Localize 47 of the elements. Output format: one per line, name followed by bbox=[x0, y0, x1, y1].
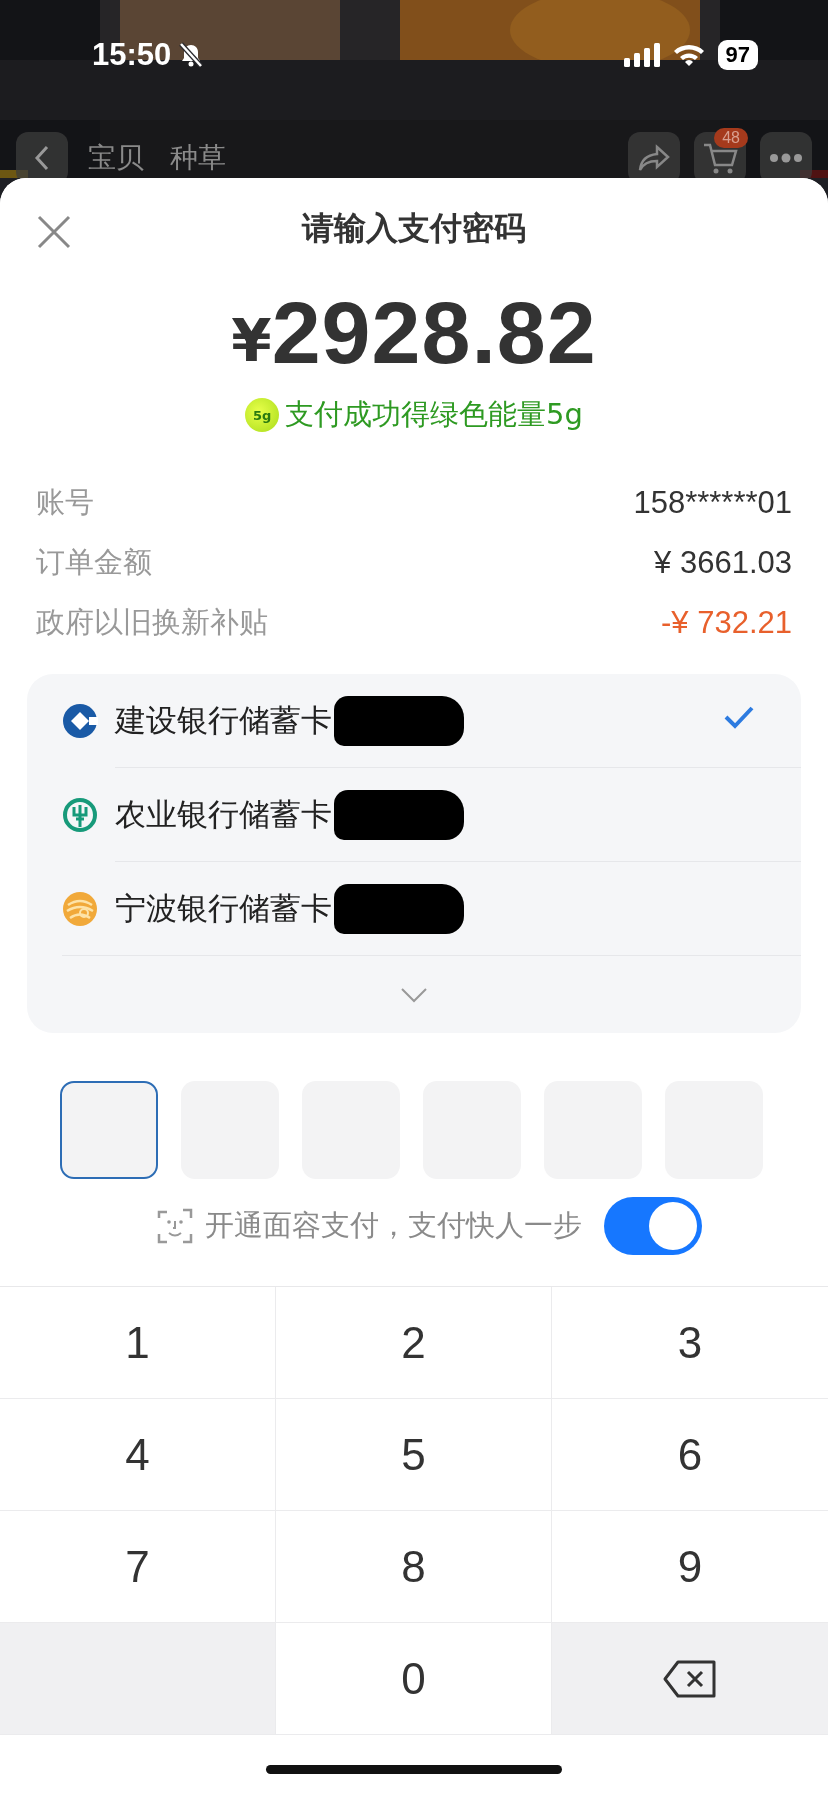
share-icon bbox=[637, 143, 671, 173]
back-button[interactable] bbox=[16, 132, 68, 178]
detail-value: -¥ 732.21 bbox=[661, 605, 792, 641]
bank-logo-icon bbox=[62, 702, 98, 739]
pin-digit-field[interactable] bbox=[60, 1081, 158, 1179]
battery-level: 97 bbox=[717, 40, 758, 70]
digit-key[interactable]: 5 bbox=[276, 1399, 552, 1511]
cart-count-badge: 48 bbox=[714, 128, 748, 148]
digit-key[interactable]: 4 bbox=[0, 1399, 276, 1511]
digit-key[interactable]: 2 bbox=[276, 1287, 552, 1399]
bank-card-option[interactable]: 宁波银行储蓄卡 bbox=[27, 862, 801, 955]
expand-chevron-icon[interactable] bbox=[400, 986, 428, 1003]
face-id-icon bbox=[156, 1208, 193, 1244]
clock-time: 15:50 bbox=[92, 37, 172, 73]
bank-logo-icon bbox=[62, 890, 98, 927]
backspace-icon bbox=[662, 1658, 718, 1699]
digit-key[interactable]: 8 bbox=[276, 1511, 552, 1623]
close-icon[interactable] bbox=[36, 214, 72, 250]
detail-label: 账号 bbox=[36, 484, 94, 521]
bank-card-name: 农业银行储蓄卡 bbox=[115, 794, 332, 834]
detail-value: 158******01 bbox=[633, 485, 792, 521]
more-button[interactable] bbox=[760, 132, 812, 178]
digit-key[interactable]: 7 bbox=[0, 1511, 276, 1623]
signal-icon bbox=[623, 43, 660, 67]
face-pay-text: 开通面容支付，支付快人一步 bbox=[204, 1207, 582, 1244]
detail-value: ¥ 3661.03 bbox=[654, 545, 792, 581]
bank-logo-icon bbox=[62, 796, 98, 833]
share-button[interactable] bbox=[628, 132, 680, 178]
face-pay-toggle[interactable] bbox=[603, 1197, 702, 1255]
nav-tab[interactable]: 宝贝 bbox=[82, 132, 150, 178]
nav-tab[interactable]: 种草 bbox=[164, 132, 232, 178]
bank-card-option[interactable]: 农业银行储蓄卡 bbox=[27, 768, 801, 861]
energy-badge: 5g bbox=[245, 398, 280, 432]
digit-key[interactable]: 1 bbox=[0, 1287, 276, 1399]
detail-label: 订单金额 bbox=[36, 544, 152, 581]
cart-icon bbox=[702, 141, 738, 175]
bank-card-option[interactable]: 建设银行储蓄卡 bbox=[27, 674, 801, 767]
detail-label: 政府以旧换新补贴 bbox=[36, 604, 268, 641]
sheet-title: 请输入支付密码 bbox=[302, 208, 526, 249]
digit-key[interactable]: 0 bbox=[276, 1623, 552, 1735]
bank-card-name: 建设银行储蓄卡 bbox=[115, 700, 332, 740]
more-icon bbox=[768, 153, 804, 163]
backspace-key[interactable] bbox=[552, 1623, 828, 1735]
bank-card-name: 宁波银行储蓄卡 bbox=[115, 888, 332, 928]
payment-amount: 2928.82 bbox=[271, 281, 597, 384]
energy-reward-text: 支付成功得绿色能量5g bbox=[285, 396, 583, 433]
currency-sign: ¥ bbox=[231, 306, 272, 375]
